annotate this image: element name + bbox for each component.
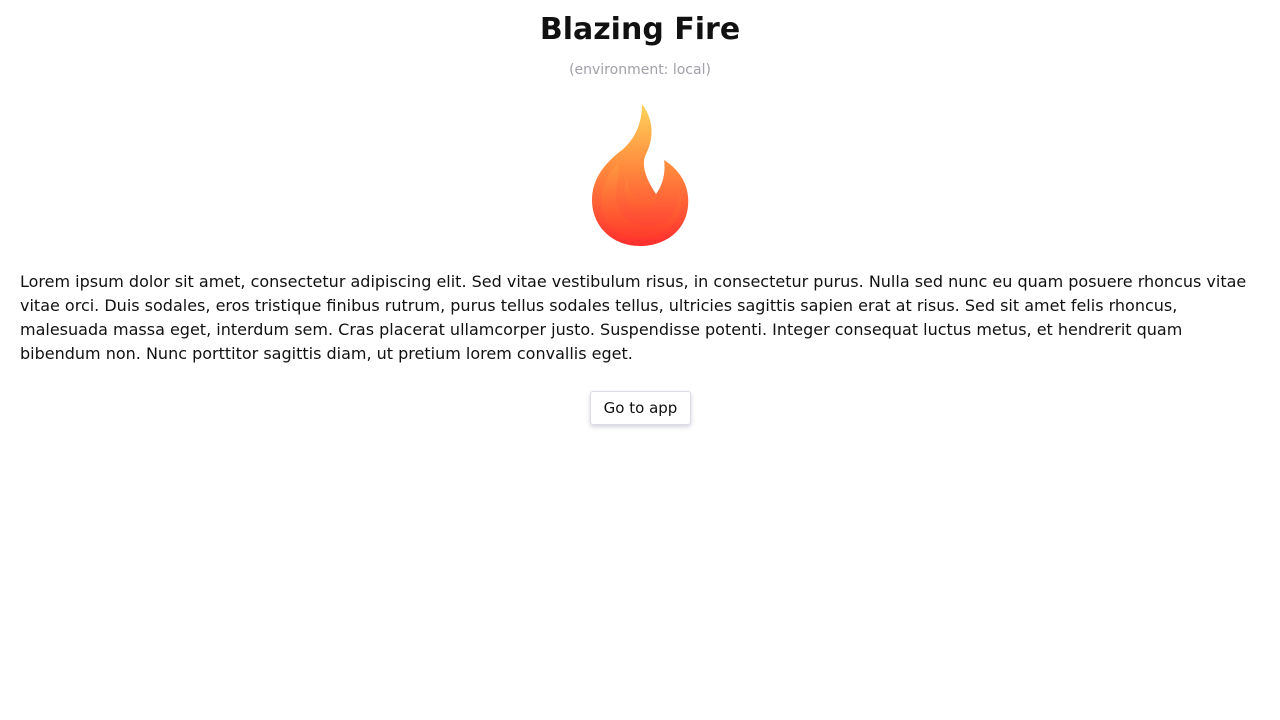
page-title: Blazing Fire — [539, 12, 741, 47]
landing-page: Blazing Fire (environment: local) Lorem … — [0, 0, 1280, 720]
description-paragraph: Lorem ipsum dolor sit amet, consectetur … — [20, 272, 1247, 363]
go-to-app-button[interactable]: Go to app — [590, 391, 691, 425]
flame-icon — [588, 102, 692, 248]
environment-label: (environment: local) — [569, 62, 711, 78]
